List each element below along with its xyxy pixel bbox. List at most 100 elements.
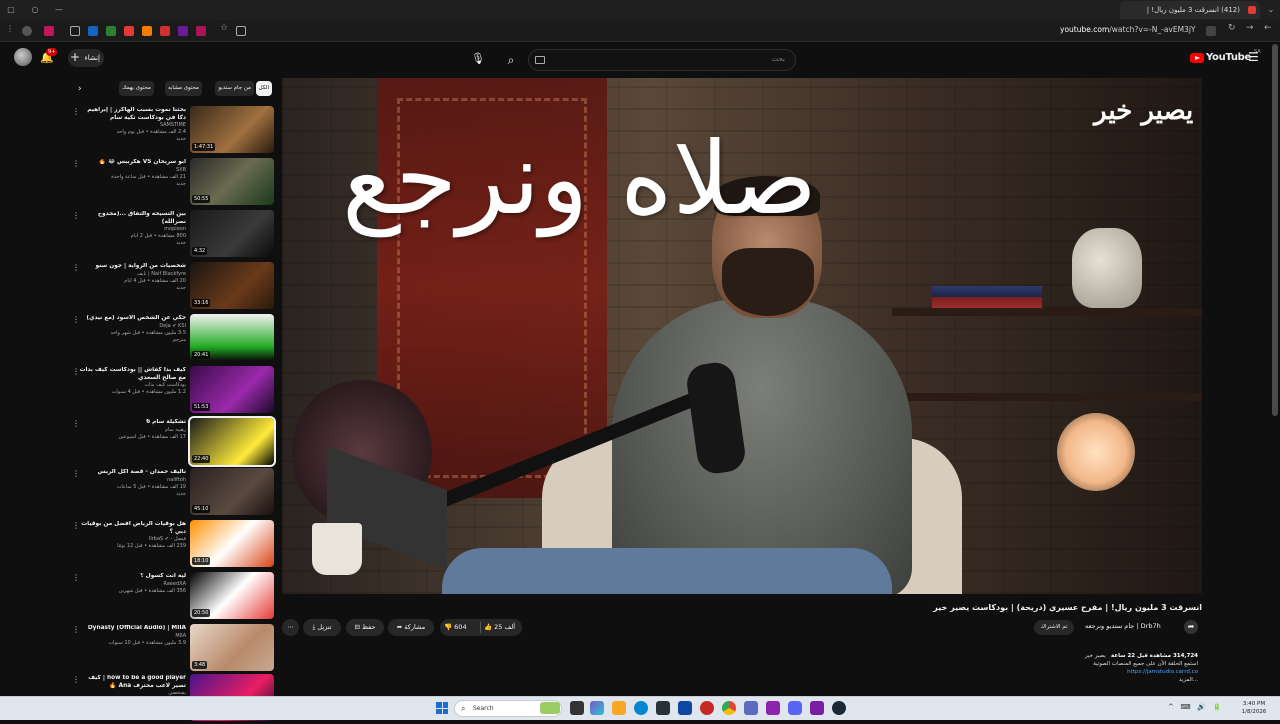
file-explorer-icon[interactable] xyxy=(612,701,626,715)
notifications-bell-icon[interactable]: 🔔 9+ xyxy=(40,48,58,64)
video-thumbnail[interactable]: 22:40 xyxy=(188,416,276,467)
recommendation-channel[interactable]: رهيبة سام xyxy=(78,427,186,434)
more-options-icon[interactable]: ⋮ xyxy=(72,521,80,530)
extension-icon[interactable] xyxy=(178,26,188,36)
more-options-icon[interactable]: ⋮ xyxy=(72,469,80,478)
like-button[interactable]: 👍 25 ألف xyxy=(484,619,515,636)
url-text[interactable]: youtube.com/watch?v=-N_-avEM3jY xyxy=(1060,25,1200,34)
page-scrollbar[interactable] xyxy=(1272,44,1278,416)
window-menu-icon[interactable]: ▢ xyxy=(4,3,18,17)
recommendation-channel[interactable]: mopieon xyxy=(78,226,186,233)
extension-icon[interactable] xyxy=(142,26,152,36)
more-options-icon[interactable]: ⋮ xyxy=(72,419,80,428)
recommendation-item[interactable]: 4:32 بين التسيحه والتفاق ...(مجدوح نصرالل… xyxy=(72,210,274,260)
keyboard-icon[interactable] xyxy=(535,56,545,64)
video-thumbnail[interactable]: 45:10 xyxy=(190,468,274,515)
video-player[interactable]: صلاه ونرجع يصير خير xyxy=(282,78,1202,594)
recommendation-title[interactable]: how to be a good player | كيف تصير لاعب … xyxy=(78,675,186,690)
profile-icon[interactable] xyxy=(22,26,32,36)
copilot-icon[interactable] xyxy=(590,701,604,715)
recommendation-title[interactable]: هل بوقيات الرياض افضل من بوقيات دبي ؟ xyxy=(78,521,186,536)
reload-icon[interactable]: ↻ xyxy=(1228,23,1238,33)
video-thumbnail[interactable]: 50:55 xyxy=(190,158,274,205)
chip-for-you[interactable]: محتوى يهمك xyxy=(119,81,154,96)
forward-icon[interactable]: → xyxy=(1246,23,1256,33)
hashtag[interactable]: يصير خير xyxy=(1085,653,1106,659)
voice-search-mic-icon[interactable]: 🎙 xyxy=(468,49,488,69)
recommendation-channel[interactable]: فيصل - ✔ IlrbaS xyxy=(78,536,186,543)
more-options-icon[interactable]: ⋮ xyxy=(72,625,80,634)
chip-all[interactable]: الكل xyxy=(255,81,272,96)
subscribed-button[interactable]: تم الاشتراك xyxy=(1034,620,1074,635)
chip-from-channel[interactable]: من جام ستديو xyxy=(215,81,254,96)
description-link[interactable]: https://jamstudio.carrd.co xyxy=(1030,668,1198,676)
more-options-icon[interactable]: ⋮ xyxy=(72,159,80,168)
more-options-icon[interactable]: ⋮ xyxy=(72,263,80,272)
system-tray[interactable]: ^ ⌨ 🔊 🔋 xyxy=(1168,703,1221,711)
recommendation-title[interactable]: شخصيات من الرواية | جون سنو xyxy=(78,263,187,271)
minimize-icon[interactable]: — xyxy=(52,3,66,17)
recommendation-item[interactable]: 33:16 شخصيات من الرواية | جون سنو Naif Bla… xyxy=(72,262,274,312)
recommendation-item[interactable]: 50:55 ابو سريحان VS هكرببس 😂 🔥 SXB 21 ألف م… xyxy=(72,158,274,208)
video-thumbnail[interactable]: 18:10 xyxy=(190,520,274,567)
more-options-icon[interactable]: ⋮ xyxy=(72,315,80,324)
search-input[interactable]: بحث xyxy=(528,49,796,71)
chip-similar[interactable]: محتوى مشابه xyxy=(164,81,202,96)
app-icon[interactable] xyxy=(678,701,692,715)
extension-icon[interactable] xyxy=(44,26,54,36)
window-circle-icon[interactable]: ○ xyxy=(28,3,42,17)
recommendation-title[interactable]: ابو سريحان VS هكرببس 😂 🔥 xyxy=(78,159,186,167)
app-icon[interactable] xyxy=(700,701,714,715)
recommendation-item[interactable]: 22:40 تشكيلة سام 6 رهيبة سام 17 ألف مشاهدة … xyxy=(72,416,276,468)
more-options-icon[interactable]: ⋮ xyxy=(72,107,80,116)
recommendation-title[interactable]: Dynasty (Official Audio) | MIIA xyxy=(78,625,186,633)
video-thumbnail[interactable]: 33:16 xyxy=(190,262,274,309)
extension-icon[interactable] xyxy=(106,26,116,36)
avatar[interactable] xyxy=(14,48,32,66)
extension-icon[interactable] xyxy=(88,26,98,36)
windows-start-icon[interactable] xyxy=(436,702,448,714)
more-menu-icon[interactable]: ⋮ xyxy=(6,24,16,34)
video-thumbnail[interactable]: 1:47:31 xyxy=(190,106,274,153)
recommendation-title[interactable]: ناليف حمدان - قصة أكل الريس xyxy=(78,469,186,477)
recommendation-title[interactable]: بحثنا نموت بسبب الهاكرز | إبراهيم دكا في… xyxy=(78,107,186,122)
recommendation-title[interactable]: كيف بدأ كفاش || بودكاست كيف بدأت مع صالح… xyxy=(78,367,186,382)
recommendation-channel[interactable]: SAMSTIME xyxy=(78,122,186,129)
more-options-icon[interactable]: ⋮ xyxy=(72,573,80,582)
recommendation-item[interactable]: 20:50 ليه انت كسول ؟ RaeedXA 356 ألف مشاهدة… xyxy=(72,572,274,622)
recommendation-title[interactable]: تشكيلة سام 6 xyxy=(78,419,186,427)
discord-icon[interactable] xyxy=(788,701,802,715)
recommendation-channel[interactable]: MIIA xyxy=(78,633,186,640)
extension-icon[interactable] xyxy=(124,26,134,36)
clock[interactable]: 3:40 PM 1/8/2026 xyxy=(1236,700,1272,716)
more-options-icon[interactable]: ⋮ xyxy=(72,675,80,684)
recommendation-item[interactable]: 45:10 ناليف حمدان - قصة أكل الريس naliftoh… xyxy=(72,468,274,518)
recommendation-channel[interactable]: Naif Blackfyre | نايف xyxy=(78,271,186,278)
site-info-icon[interactable] xyxy=(1206,26,1216,36)
back-icon[interactable]: ← xyxy=(1264,23,1274,33)
extension-icon[interactable] xyxy=(196,26,206,36)
recommendation-item[interactable]: 18:10 هل بوقيات الرياض افضل من بوقيات دبي… xyxy=(72,520,274,570)
app-icon[interactable] xyxy=(810,701,824,715)
download-button[interactable]: ⤓ تنزيل xyxy=(303,619,341,636)
recommendation-channel[interactable]: Deja ✔ KSI xyxy=(78,323,186,330)
recommendation-title[interactable]: بين التسيحه والتفاق ...(مجدوح نصرالله) xyxy=(78,211,186,226)
more-actions-button[interactable]: ⋯ xyxy=(282,619,299,636)
app-icon[interactable] xyxy=(744,701,758,715)
dislike-button[interactable]: 👎 604 xyxy=(444,619,467,636)
task-view-icon[interactable] xyxy=(570,701,584,715)
star-icon[interactable]: ☆ xyxy=(220,23,230,33)
share-arrow-icon[interactable]: ➦ xyxy=(1184,620,1198,634)
tab-list-icon[interactable]: ⌄ xyxy=(1264,3,1278,17)
recommendation-channel[interactable]: RaeedXA xyxy=(78,581,186,588)
video-thumbnail[interactable]: 20:41 xyxy=(190,314,274,361)
video-thumbnail[interactable]: 51:53 xyxy=(190,366,274,413)
recommendation-item[interactable]: 51:53 كيف بدأ كفاش || بودكاست كيف بدأت مع… xyxy=(72,366,274,416)
show-more-link[interactable]: ...المزيد xyxy=(1030,676,1198,684)
install-app-icon[interactable] xyxy=(236,26,246,36)
channel-name[interactable]: Drb7h | جام ستديو ونرجعه xyxy=(1085,622,1161,630)
hamburger-menu-icon[interactable]: ☰ xyxy=(1248,50,1259,64)
app-icon[interactable] xyxy=(766,701,780,715)
recommendation-title[interactable]: ليه انت كسول ؟ xyxy=(78,573,186,581)
recommendation-channel[interactable]: naliftoh xyxy=(78,477,186,484)
